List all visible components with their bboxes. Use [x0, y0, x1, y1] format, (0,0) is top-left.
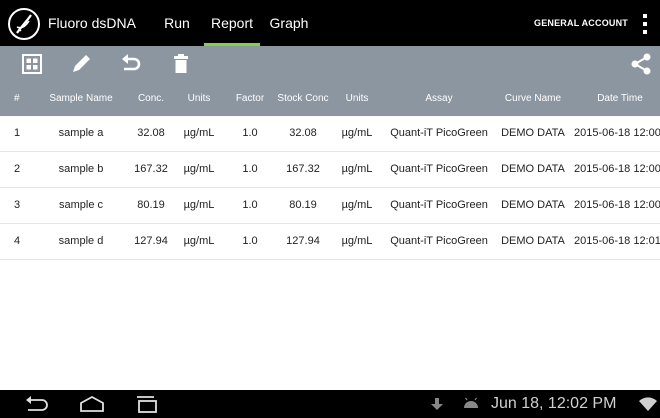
back-icon[interactable]	[22, 394, 50, 414]
wifi-icon	[639, 397, 657, 411]
row-number: 3	[14, 199, 21, 211]
row-number: 4	[14, 235, 21, 247]
row-number: 2	[14, 163, 21, 175]
app-title: Fluoro dsDNA	[48, 15, 136, 31]
system-nav-bar: Jun 18, 12:02 PM	[0, 390, 660, 418]
delete-icon[interactable]	[168, 51, 194, 77]
column-header-stock-units[interactable]: Units	[334, 82, 380, 116]
stock-units: µg/mL	[341, 235, 373, 247]
conc-units: µg/mL	[183, 163, 215, 175]
stock-units: µg/mL	[341, 163, 373, 175]
sample-name: sample d	[58, 235, 104, 247]
column-header-stock-conc[interactable]: Stock Conc	[272, 82, 334, 116]
conc-units: µg/mL	[183, 199, 215, 211]
home-icon[interactable]	[78, 394, 106, 414]
conc-value: 80.19	[137, 199, 165, 211]
account-button[interactable]: GENERAL ACCOUNT	[534, 0, 628, 46]
assay-name: Quant-iT PicoGreen	[390, 163, 488, 175]
assay-name: Quant-iT PicoGreen	[390, 127, 488, 139]
assay-name: Quant-iT PicoGreen	[390, 199, 488, 211]
column-header-conc[interactable]: Conc.	[128, 82, 174, 116]
download-icon	[431, 398, 443, 410]
date-time: 2015-06-18 12:00	[574, 127, 660, 139]
stock-units: µg/mL	[341, 127, 373, 139]
factor-value: 1.0	[242, 127, 258, 139]
tab-run[interactable]: Run	[155, 0, 199, 46]
curve-name: DEMO DATA	[501, 163, 565, 175]
column-header-sample-name[interactable]: Sample Name	[36, 82, 126, 116]
conc-value: 167.32	[134, 163, 168, 175]
tab-graph[interactable]: Graph	[266, 0, 312, 46]
table-row[interactable]: 3 sample c 80.19 µg/mL 1.0 80.19 µg/mL Q…	[0, 188, 660, 224]
curve-name: DEMO DATA	[501, 235, 565, 247]
date-time: 2015-06-18 12:00	[574, 163, 660, 175]
column-header-curve-name[interactable]: Curve Name	[496, 82, 570, 116]
table-row[interactable]: 2 sample b 167.32 µg/mL 1.0 167.32 µg/mL…	[0, 152, 660, 188]
curve-name: DEMO DATA	[501, 127, 565, 139]
stock-units: µg/mL	[341, 199, 373, 211]
android-icon	[464, 397, 478, 408]
conc-units: µg/mL	[183, 127, 215, 139]
row-number: 1	[14, 127, 21, 139]
column-header-number[interactable]: #	[14, 82, 34, 116]
sample-name: sample c	[58, 199, 104, 211]
dna-logo-icon	[8, 8, 40, 40]
table-row[interactable]: 1 sample a 32.08 µg/mL 1.0 32.08 µg/mL Q…	[0, 116, 660, 152]
column-header-date-time[interactable]: Date Time	[580, 82, 660, 116]
stock-conc: 80.19	[289, 199, 317, 211]
sample-name: sample a	[58, 127, 104, 139]
assay-name: Quant-iT PicoGreen	[390, 235, 488, 247]
status-datetime: Jun 18, 12:02 PM	[491, 395, 617, 412]
overflow-menu-icon[interactable]	[640, 14, 650, 34]
date-time: 2015-06-18 12:00	[574, 199, 660, 211]
column-header-units[interactable]: Units	[176, 82, 222, 116]
factor-value: 1.0	[242, 199, 258, 211]
conc-value: 32.08	[137, 127, 165, 139]
stock-conc: 32.08	[289, 127, 317, 139]
table-row[interactable]: 4 sample d 127.94 µg/mL 1.0 127.94 µg/mL…	[0, 224, 660, 260]
sample-name: sample b	[58, 163, 104, 175]
undo-icon[interactable]	[118, 51, 144, 77]
action-toolbar	[0, 46, 660, 82]
factor-value: 1.0	[242, 163, 258, 175]
results-table: 1 sample a 32.08 µg/mL 1.0 32.08 µg/mL Q…	[0, 116, 660, 260]
recents-icon[interactable]	[133, 394, 161, 414]
stock-conc: 127.94	[286, 235, 320, 247]
column-header-assay[interactable]: Assay	[386, 82, 492, 116]
conc-units: µg/mL	[183, 235, 215, 247]
tab-report[interactable]: Report	[204, 0, 260, 46]
table-header: # Sample Name Conc. Units Factor Stock C…	[0, 82, 660, 116]
column-header-factor[interactable]: Factor	[228, 82, 272, 116]
date-time: 2015-06-18 12:01	[574, 235, 660, 247]
conc-value: 127.94	[134, 235, 168, 247]
grid-icon[interactable]	[19, 51, 45, 77]
edit-icon[interactable]	[68, 51, 94, 77]
stock-conc: 167.32	[286, 163, 320, 175]
app-bar: Fluoro dsDNA Run Report Graph GENERAL AC…	[0, 0, 660, 46]
share-icon[interactable]	[628, 51, 654, 77]
curve-name: DEMO DATA	[501, 199, 565, 211]
factor-value: 1.0	[242, 235, 258, 247]
